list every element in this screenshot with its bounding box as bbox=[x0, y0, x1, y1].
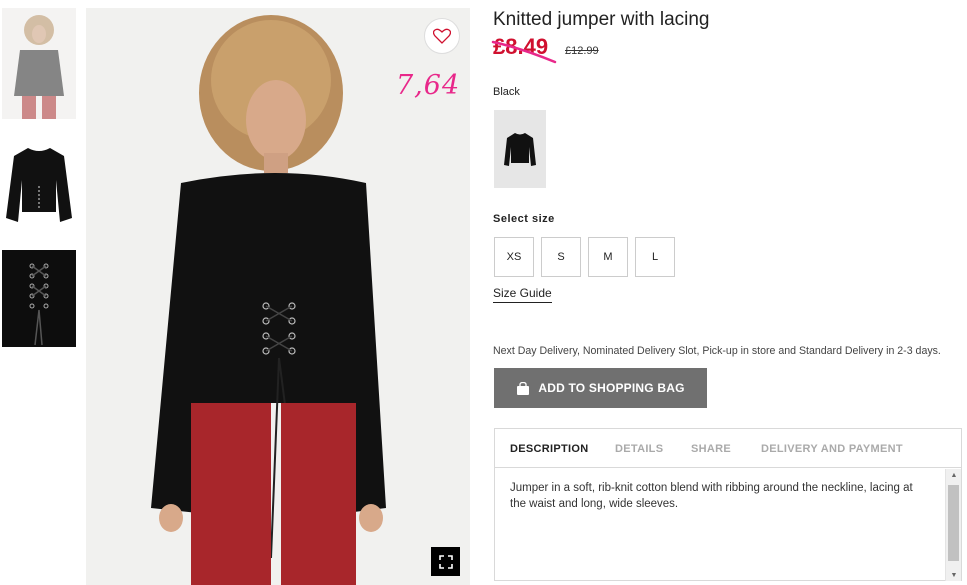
price-container: £8.49 bbox=[491, 34, 557, 64]
handwritten-price-note: 7,64 bbox=[396, 70, 461, 101]
size-option-m[interactable]: M bbox=[588, 237, 628, 277]
tab-delivery-and-payment[interactable]: DELIVERY AND PAYMENT bbox=[761, 443, 903, 455]
zoom-button[interactable] bbox=[431, 547, 460, 576]
tab-share[interactable]: SHARE bbox=[691, 443, 731, 455]
thumbnail-flat[interactable] bbox=[2, 130, 76, 230]
add-to-bag-button[interactable]: ADD TO SHOPPING BAG bbox=[494, 368, 707, 408]
size-option-xs[interactable]: XS bbox=[494, 237, 534, 277]
size-option-l[interactable]: L bbox=[635, 237, 675, 277]
size-option-s[interactable]: S bbox=[541, 237, 581, 277]
select-size-label: Select size bbox=[493, 213, 555, 225]
color-swatch-black[interactable] bbox=[494, 110, 546, 188]
description-scrollbar[interactable]: ▲ ▼ bbox=[945, 469, 961, 581]
thumbnail-detail[interactable] bbox=[2, 250, 76, 347]
expand-icon bbox=[438, 554, 453, 569]
add-to-bag-label: ADD TO SHOPPING BAG bbox=[538, 381, 685, 395]
color-label: Black bbox=[493, 86, 520, 98]
product-description: Jumper in a soft, rib-knit cotton blend … bbox=[510, 482, 913, 510]
shopping-bag-icon bbox=[517, 381, 530, 395]
product-old-price: £12.99 bbox=[565, 45, 599, 57]
product-title: Knitted jumper with lacing bbox=[493, 9, 710, 30]
product-info-tabs: DESCRIPTION DETAILS SHARE DELIVERY AND P… bbox=[494, 428, 962, 581]
size-guide-link[interactable]: Size Guide bbox=[493, 286, 552, 303]
thumbnail-model[interactable] bbox=[2, 8, 76, 119]
heart-icon bbox=[433, 28, 451, 44]
delivery-info: Next Day Delivery, Nominated Delivery Sl… bbox=[493, 345, 941, 357]
tab-description[interactable]: DESCRIPTION bbox=[510, 443, 588, 455]
scrollbar-thumb[interactable] bbox=[948, 485, 959, 561]
product-price: £8.49 bbox=[493, 34, 549, 59]
tab-bar: DESCRIPTION DETAILS SHARE DELIVERY AND P… bbox=[495, 429, 961, 468]
scroll-down-icon[interactable]: ▼ bbox=[949, 572, 959, 579]
tab-details[interactable]: DETAILS bbox=[615, 443, 663, 455]
scroll-up-icon[interactable]: ▲ bbox=[949, 472, 959, 479]
favorite-button[interactable] bbox=[424, 18, 460, 54]
